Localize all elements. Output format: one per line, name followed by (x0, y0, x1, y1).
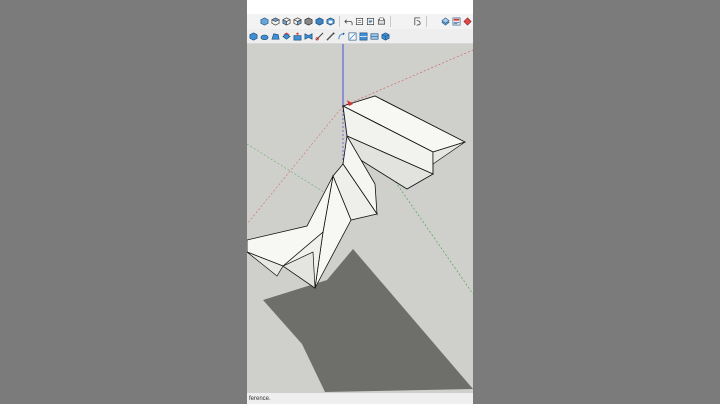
tools-toolbar (247, 29, 473, 44)
status-bar: ference. (247, 392, 473, 404)
component-icon[interactable] (381, 32, 390, 41)
layers-alt-icon[interactable] (441, 17, 450, 26)
left-view-icon[interactable] (315, 17, 324, 26)
scale-icon[interactable] (359, 32, 368, 41)
front-view-icon[interactable] (282, 17, 291, 26)
undo-icon[interactable] (344, 17, 353, 26)
cut-icon[interactable] (315, 32, 324, 41)
main-toolbar (247, 14, 473, 29)
cylinder-icon[interactable] (260, 32, 269, 41)
flip-icon[interactable] (304, 32, 313, 41)
paste-icon[interactable] (355, 17, 364, 26)
layers-icon[interactable] (413, 17, 422, 26)
sketchup-window: ference. (247, 0, 473, 404)
3d-scene[interactable] (247, 44, 473, 392)
iso-view-icon[interactable] (260, 17, 269, 26)
pushpull-icon[interactable] (293, 31, 302, 41)
tape-icon[interactable] (326, 31, 335, 41)
top-view-icon[interactable] (271, 17, 280, 26)
model-viewport[interactable] (247, 44, 473, 392)
toolbar-separator (339, 16, 340, 27)
toolbar-separator (390, 16, 391, 27)
rotate-icon[interactable] (337, 32, 346, 41)
right-view-icon[interactable] (293, 17, 302, 26)
move-icon[interactable] (348, 32, 357, 41)
section-icon[interactable] (370, 32, 379, 41)
shape-icon[interactable] (271, 32, 280, 41)
unknown-red-icon[interactable] (463, 17, 472, 26)
box-icon[interactable] (249, 32, 258, 41)
xray-icon[interactable] (326, 17, 335, 26)
text-icon[interactable] (366, 17, 375, 26)
model-info-icon[interactable] (452, 17, 461, 26)
back-view-icon[interactable] (304, 17, 313, 26)
print-icon[interactable] (377, 17, 386, 26)
toolbar-separator (426, 16, 427, 27)
status-text: ference. (249, 396, 271, 402)
layers-icon[interactable] (282, 31, 291, 41)
